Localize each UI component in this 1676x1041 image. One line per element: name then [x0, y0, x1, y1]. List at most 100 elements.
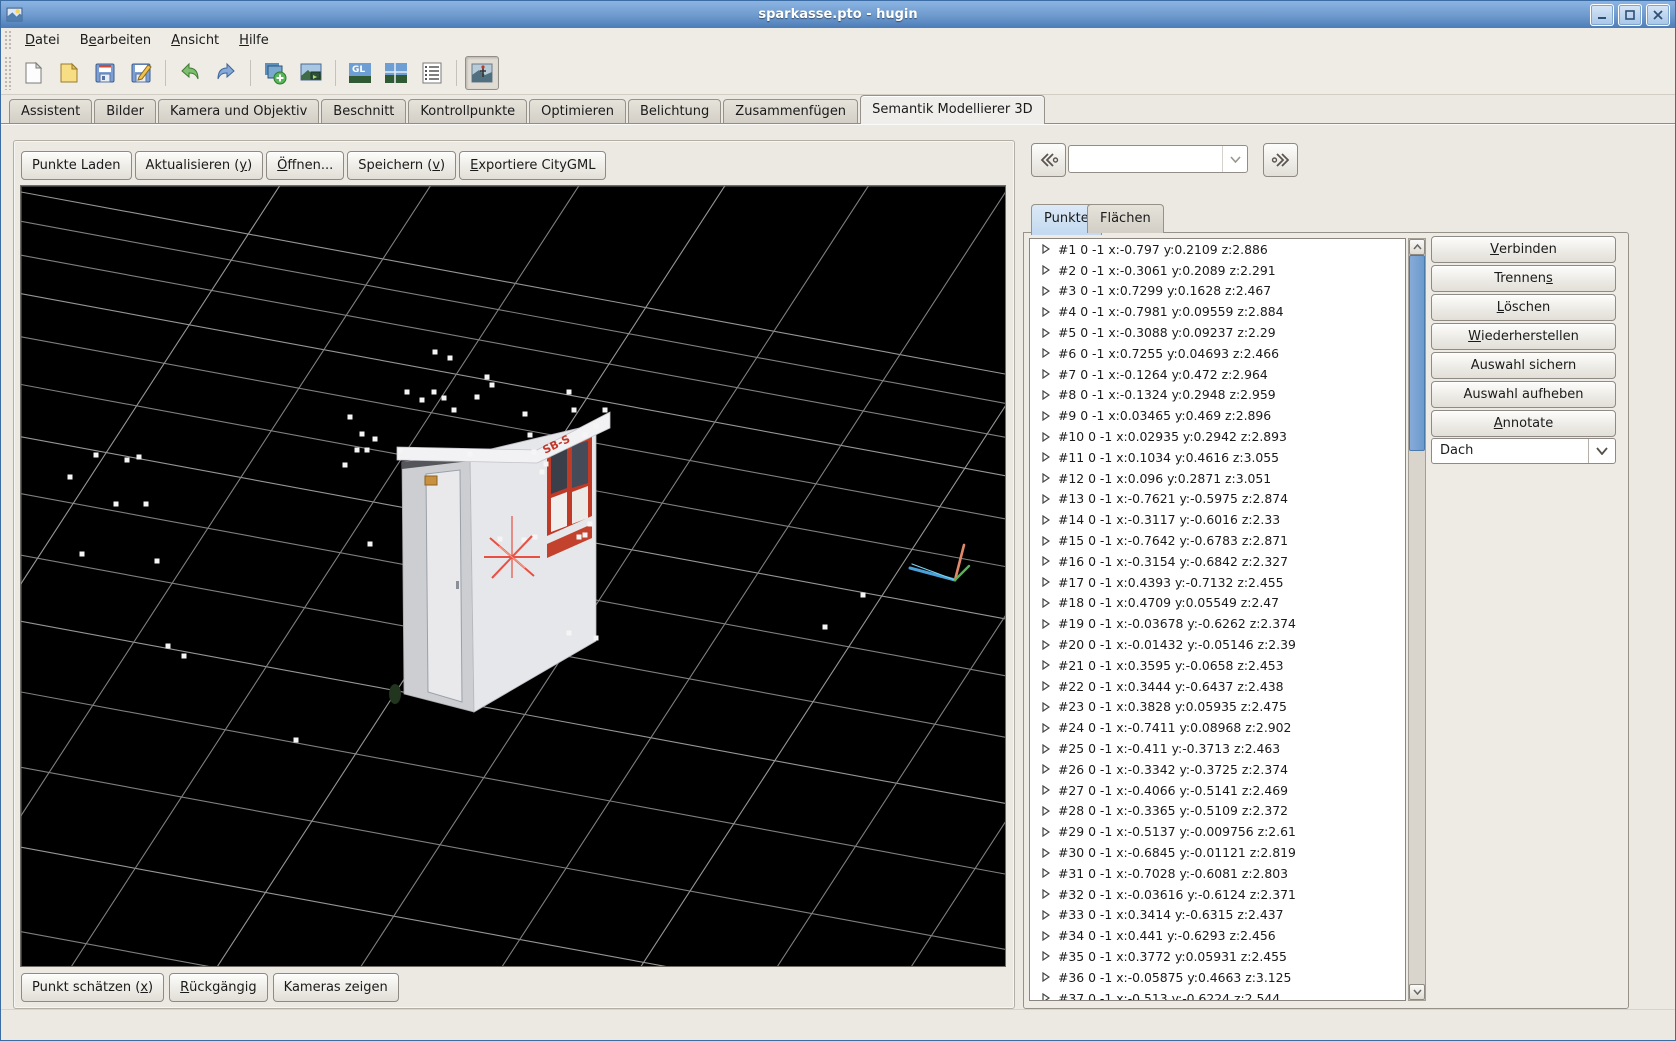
toolbar-grip[interactable] — [4, 56, 12, 90]
next-point-button[interactable] — [1263, 143, 1298, 177]
tab-flaechen[interactable]: Flächen — [1087, 204, 1164, 233]
menu-ansicht[interactable]: Ansicht — [161, 30, 229, 51]
expander-icon[interactable] — [1042, 286, 1050, 296]
point-row[interactable]: #33 0 -1 x:0.3414 y:-0.6315 z:2.437 — [1030, 905, 1405, 926]
button-ffnen[interactable]: Öffnen... — [266, 151, 344, 180]
point-row[interactable]: #22 0 -1 x:0.3444 y:-0.6437 z:2.438 — [1030, 676, 1405, 697]
tab-beschnitt[interactable]: Beschnitt — [321, 99, 406, 124]
point-list-scrollbar[interactable] — [1408, 238, 1426, 1001]
expander-icon[interactable] — [1042, 265, 1050, 275]
point-row[interactable]: #21 0 -1 x:0.3595 y:-0.0658 z:2.453 — [1030, 655, 1405, 676]
expander-icon[interactable] — [1042, 452, 1050, 462]
point-row[interactable]: #16 0 -1 x:-0.3154 y:-0.6842 z:2.327 — [1030, 551, 1405, 572]
expander-icon[interactable] — [1042, 390, 1050, 400]
button-punkt-sch-tzen-x[interactable]: Punkt schätzen (x) — [21, 973, 164, 1002]
point-row[interactable]: #34 0 -1 x:0.441 y:-0.6293 z:2.456 — [1030, 925, 1405, 946]
point-select-combo[interactable] — [1068, 145, 1248, 173]
point-row[interactable]: #10 0 -1 x:0.02935 y:0.2942 z:2.893 — [1030, 426, 1405, 447]
expander-icon[interactable] — [1042, 348, 1050, 358]
point-row[interactable]: #4 0 -1 x:-0.7981 y:0.09559 z:2.884 — [1030, 301, 1405, 322]
point-list[interactable]: #1 0 -1 x:-0.797 y:0.2109 z:2.886#2 0 -1… — [1029, 238, 1406, 1001]
point-row[interactable]: #26 0 -1 x:-0.3342 y:-0.3725 z:2.374 — [1030, 759, 1405, 780]
point-row[interactable]: #24 0 -1 x:-0.7411 y:0.08968 z:2.902 — [1030, 717, 1405, 738]
point-row[interactable]: #8 0 -1 x:-0.1324 y:0.2948 z:2.959 — [1030, 385, 1405, 406]
add-images-button[interactable] — [259, 57, 291, 89]
point-row[interactable]: #18 0 -1 x:0.4709 y:0.05549 z:2.47 — [1030, 593, 1405, 614]
point-row[interactable]: #3 0 -1 x:0.7299 y:0.1628 z:2.467 — [1030, 281, 1405, 302]
scroll-up-icon[interactable] — [1409, 239, 1425, 255]
expander-icon[interactable] — [1042, 702, 1050, 712]
expander-icon[interactable] — [1042, 411, 1050, 421]
expander-icon[interactable] — [1042, 931, 1050, 941]
tab-bilder[interactable]: Bilder — [94, 99, 156, 124]
tab-semantik-modellierer-3d[interactable]: Semantik Modellierer 3D — [860, 95, 1045, 124]
point-row[interactable]: #9 0 -1 x:0.03465 y:0.469 z:2.896 — [1030, 405, 1405, 426]
expander-icon[interactable] — [1042, 473, 1050, 483]
expander-icon[interactable] — [1042, 723, 1050, 733]
menubar-grip[interactable] — [4, 30, 12, 49]
semantic-modeler-button[interactable] — [465, 56, 499, 90]
expander-icon[interactable] — [1042, 806, 1050, 816]
expander-icon[interactable] — [1042, 556, 1050, 566]
menu-bearbeiten[interactable]: Bearbeiten — [70, 30, 161, 51]
point-row[interactable]: #35 0 -1 x:0.3772 y:0.05931 z:2.455 — [1030, 946, 1405, 967]
action-button-trennen-s[interactable]: Trennen s — [1431, 265, 1616, 292]
preview-panorama-button[interactable] — [380, 57, 412, 89]
maximize-button[interactable] — [1618, 4, 1642, 26]
point-row[interactable]: #2 0 -1 x:-0.3061 y:0.2089 z:2.291 — [1030, 260, 1405, 281]
expander-icon[interactable] — [1042, 827, 1050, 837]
expander-icon[interactable] — [1042, 640, 1050, 650]
point-row[interactable]: #20 0 -1 x:-0.01432 y:-0.05146 z:2.39 — [1030, 634, 1405, 655]
expander-icon[interactable] — [1042, 785, 1050, 795]
action-button-auswahl-aufheben[interactable]: Auswahl aufheben — [1431, 381, 1616, 408]
point-row[interactable]: #29 0 -1 x:-0.5137 y:-0.009756 z:2.61 — [1030, 821, 1405, 842]
tab-assistent[interactable]: Assistent — [9, 99, 92, 124]
expander-icon[interactable] — [1042, 744, 1050, 754]
point-row[interactable]: #27 0 -1 x:-0.4066 y:-0.5141 z:2.469 — [1030, 780, 1405, 801]
point-row[interactable]: #1 0 -1 x:-0.797 y:0.2109 z:2.886 — [1030, 239, 1405, 260]
point-row[interactable]: #30 0 -1 x:-0.6845 y:-0.01121 z:2.819 — [1030, 842, 1405, 863]
expander-icon[interactable] — [1042, 972, 1050, 982]
action-button-annotate[interactable]: Annotate — [1431, 410, 1616, 437]
expander-icon[interactable] — [1042, 848, 1050, 858]
point-row[interactable]: #19 0 -1 x:-0.03678 y:-0.6262 z:2.374 — [1030, 613, 1405, 634]
tab-optimieren[interactable]: Optimieren — [529, 99, 626, 124]
point-row[interactable]: #36 0 -1 x:-0.05875 y:0.4663 z:3.125 — [1030, 967, 1405, 988]
combo-dropdown-icon[interactable] — [1222, 146, 1247, 172]
point-row[interactable]: #14 0 -1 x:-0.3117 y:-0.6016 z:2.33 — [1030, 509, 1405, 530]
button-exportiere-citygml[interactable]: Exportiere CityGML — [459, 151, 606, 180]
tab-kamera-und-objektiv[interactable]: Kamera und Objektiv — [158, 99, 319, 124]
point-row[interactable]: #6 0 -1 x:0.7255 y:0.04693 z:2.466 — [1030, 343, 1405, 364]
point-row[interactable]: #17 0 -1 x:0.4393 y:-0.7132 z:2.455 — [1030, 572, 1405, 593]
button-kameras-zeigen[interactable]: Kameras zeigen — [273, 973, 399, 1002]
new-project-button[interactable] — [17, 57, 49, 89]
expander-icon[interactable] — [1042, 307, 1050, 317]
scroll-down-icon[interactable] — [1409, 984, 1425, 1000]
redo-button[interactable] — [210, 57, 242, 89]
show-control-points-button[interactable] — [416, 57, 448, 89]
action-button-l-schen[interactable]: Löschen — [1431, 294, 1616, 321]
category-combo[interactable]: Dach — [1431, 438, 1616, 464]
close-button[interactable] — [1646, 4, 1670, 26]
expander-icon[interactable] — [1042, 577, 1050, 587]
menu-datei[interactable]: Datei — [15, 30, 70, 51]
expander-icon[interactable] — [1042, 951, 1050, 961]
button-speichern-v[interactable]: Speichern (v) — [347, 151, 456, 180]
prev-point-button[interactable] — [1031, 143, 1066, 177]
point-row[interactable]: #11 0 -1 x:0.1034 y:0.4616 z:3.055 — [1030, 447, 1405, 468]
save-project-as-button[interactable] — [125, 57, 157, 89]
tab-zusammenf-gen[interactable]: Zusammenfügen — [723, 99, 858, 124]
expander-icon[interactable] — [1042, 494, 1050, 504]
expander-icon[interactable] — [1042, 889, 1050, 899]
point-row[interactable]: #15 0 -1 x:-0.7642 y:-0.6783 z:2.871 — [1030, 530, 1405, 551]
expander-icon[interactable] — [1042, 515, 1050, 525]
point-row[interactable]: #12 0 -1 x:0.096 y:0.2871 z:3.051 — [1030, 468, 1405, 489]
tab-belichtung[interactable]: Belichtung — [628, 99, 721, 124]
scrollbar-thumb[interactable] — [1409, 255, 1425, 451]
action-button-auswahl-sichern[interactable]: Auswahl sichern — [1431, 352, 1616, 379]
point-row[interactable]: #13 0 -1 x:-0.7621 y:-0.5975 z:2.874 — [1030, 489, 1405, 510]
expander-icon[interactable] — [1042, 993, 1050, 1001]
button-aktualisieren-y[interactable]: Aktualisieren (y) — [135, 151, 264, 180]
expander-icon[interactable] — [1042, 681, 1050, 691]
action-button-wiederherstellen[interactable]: Wiederherstellen — [1431, 323, 1616, 350]
